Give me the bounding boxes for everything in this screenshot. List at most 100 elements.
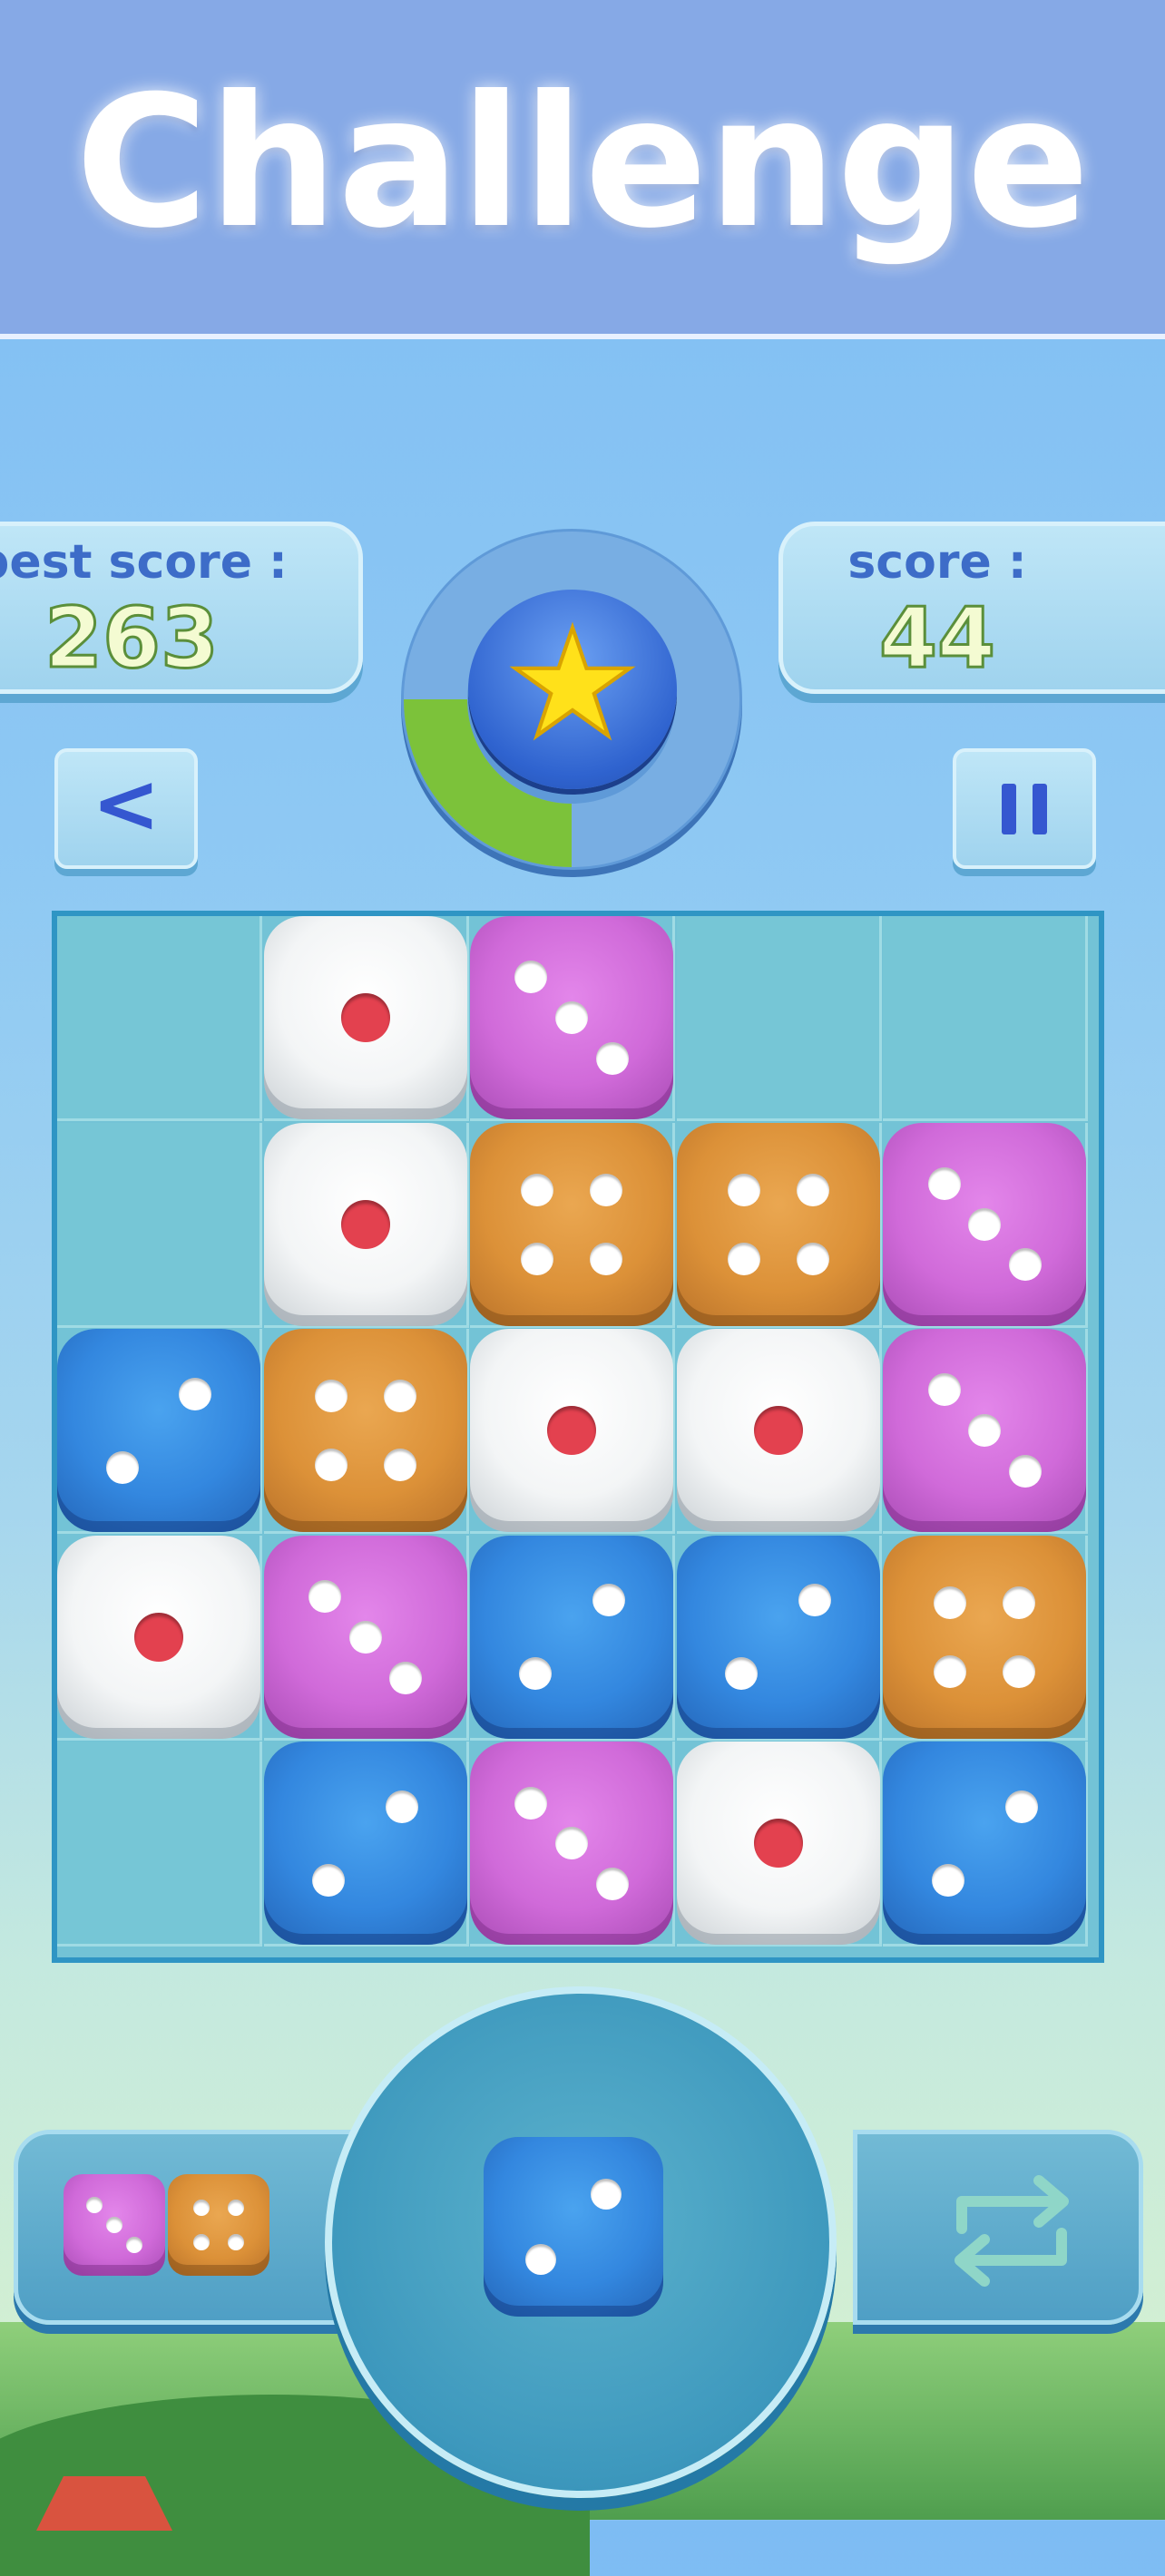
board-cell[interactable]: [676, 1742, 882, 1947]
board-cell[interactable]: [57, 916, 262, 1121]
white-pip: [383, 1380, 416, 1413]
board-cell[interactable]: [883, 1122, 1089, 1328]
pause-button[interactable]: [953, 748, 1096, 869]
board-cell[interactable]: [676, 1329, 882, 1535]
orange-die-4[interactable]: [883, 1535, 1087, 1739]
white-pip: [725, 1657, 759, 1691]
board-cell[interactable]: [263, 1742, 469, 1947]
star-button[interactable]: [468, 590, 677, 789]
white-pip: [518, 1657, 552, 1691]
white-pip: [727, 1242, 760, 1275]
red-pip: [340, 1199, 390, 1249]
orange-die-4[interactable]: [676, 1122, 880, 1326]
white-pip: [521, 1242, 554, 1275]
white-pip: [312, 1863, 346, 1897]
white-pip: [1003, 1654, 1036, 1688]
white-pip: [927, 1166, 961, 1200]
pink-die-3[interactable]: [883, 1122, 1087, 1326]
board-cell[interactable]: [263, 1122, 469, 1328]
board-cell[interactable]: [676, 1122, 882, 1328]
white-pip: [514, 961, 548, 994]
board-cell[interactable]: [883, 1329, 1089, 1535]
board-cell[interactable]: [470, 1742, 676, 1947]
white-pip: [796, 1173, 829, 1206]
pink-die-3[interactable]: [470, 1742, 674, 1946]
white-pip: [514, 1786, 548, 1820]
score-value: 44: [877, 589, 996, 688]
white-pip: [968, 1207, 1002, 1241]
white-pip: [521, 1173, 554, 1206]
blue-die-2[interactable]: [883, 1742, 1087, 1946]
white-pip: [106, 2217, 122, 2233]
white-pip: [179, 1377, 212, 1410]
white-pip: [1004, 1791, 1038, 1824]
orange-die-4[interactable]: [168, 2174, 269, 2276]
white-die-1[interactable]: [676, 1329, 880, 1533]
board-cell[interactable]: [676, 916, 882, 1121]
white-pip: [796, 1242, 829, 1275]
best-score-value: 263: [43, 589, 220, 688]
pink-die-3[interactable]: [883, 1329, 1087, 1533]
white-pip: [934, 1654, 967, 1688]
white-pip: [595, 1041, 629, 1075]
board-cell[interactable]: [883, 916, 1089, 1121]
board-cell[interactable]: [470, 1329, 676, 1535]
white-pip: [385, 1791, 418, 1824]
blue-die-2[interactable]: [484, 2137, 663, 2317]
white-pip: [389, 1661, 423, 1694]
board-cell[interactable]: [470, 1535, 676, 1741]
board-cell[interactable]: [263, 1329, 469, 1535]
board-cell[interactable]: [57, 1535, 262, 1741]
white-die-1[interactable]: [470, 1329, 674, 1533]
white-pip: [592, 1584, 625, 1617]
white-pip: [525, 2243, 557, 2275]
board-cell[interactable]: [57, 1122, 262, 1328]
white-die-1[interactable]: [263, 916, 467, 1119]
red-pip: [134, 1612, 183, 1662]
back-button[interactable]: <: [54, 748, 198, 869]
board-cell[interactable]: [263, 916, 469, 1121]
pink-die-3[interactable]: [470, 916, 674, 1119]
white-pip: [192, 2234, 210, 2251]
red-pip: [753, 1819, 803, 1869]
blue-die-2[interactable]: [263, 1742, 467, 1946]
orange-die-4[interactable]: [470, 1122, 674, 1326]
board-cell[interactable]: [470, 1122, 676, 1328]
blue-die-2[interactable]: [676, 1535, 880, 1739]
board-cell[interactable]: [470, 916, 676, 1121]
white-pip: [314, 1449, 348, 1482]
board-cell[interactable]: [57, 1742, 262, 1947]
white-pip: [126, 2237, 143, 2254]
game-board[interactable]: [52, 911, 1104, 1963]
current-die-holder[interactable]: [325, 1986, 837, 2498]
back-arrow-icon: <: [92, 756, 161, 852]
pink-die-3[interactable]: [64, 2174, 165, 2276]
white-die-1[interactable]: [263, 1122, 467, 1326]
red-pip: [547, 1406, 597, 1456]
orange-die-4[interactable]: [263, 1329, 467, 1533]
best-score-panel: best score : 263: [0, 522, 363, 694]
blue-die-2[interactable]: [57, 1329, 260, 1533]
board-cell[interactable]: [676, 1535, 882, 1741]
board-cell[interactable]: [883, 1742, 1089, 1947]
white-die-1[interactable]: [676, 1742, 880, 1946]
white-pip: [932, 1863, 965, 1897]
white-pip: [798, 1584, 832, 1617]
white-pip: [228, 2199, 245, 2216]
pause-icon: [1002, 784, 1047, 834]
board-cell[interactable]: [57, 1329, 262, 1535]
white-pip: [1009, 1248, 1043, 1282]
white-pip: [590, 1173, 623, 1206]
white-pip: [934, 1586, 967, 1619]
score-label: score :: [847, 535, 1027, 590]
board-cell[interactable]: [883, 1535, 1089, 1741]
board-cell[interactable]: [263, 1535, 469, 1741]
swap-arrows-icon[interactable]: [935, 2161, 1089, 2297]
white-pip: [383, 1449, 416, 1482]
white-pip: [555, 1001, 589, 1034]
white-die-1[interactable]: [57, 1535, 260, 1739]
white-pip: [314, 1380, 348, 1413]
star-icon: [509, 621, 636, 741]
blue-die-2[interactable]: [470, 1535, 674, 1739]
pink-die-3[interactable]: [263, 1535, 467, 1739]
